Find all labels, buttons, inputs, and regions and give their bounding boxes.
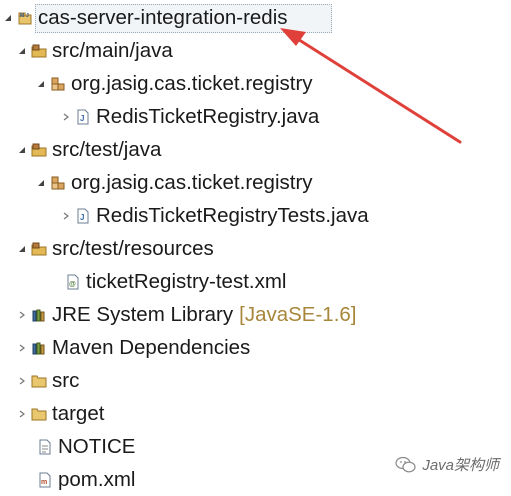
tree-item-label: org.jasig.cas.ticket.registry — [71, 72, 313, 95]
folder-icon — [31, 406, 47, 422]
tree-item-target-folder[interactable]: target — [16, 398, 104, 430]
expanded-twisty-icon[interactable] — [16, 45, 28, 57]
xml-file-icon: @ — [65, 274, 81, 290]
package-icon — [50, 76, 66, 92]
maven-project-icon: M J — [17, 10, 33, 26]
tree-item-jre-system-library[interactable]: JRE System Library [JavaSE-1.6] — [16, 299, 357, 331]
tree-item-src-test-resources[interactable]: src/test/resources — [16, 233, 214, 265]
collapsed-twisty-icon[interactable] — [60, 210, 72, 222]
expanded-twisty-icon[interactable] — [16, 243, 28, 255]
source-folder-icon — [31, 142, 47, 158]
tree-item-label: src/test/resources — [52, 237, 214, 260]
tree-item-project-root[interactable]: M J cas-server-integration-redis — [2, 2, 288, 34]
tree-item-label: cas-server-integration-redis — [38, 6, 288, 29]
tree-item-notice[interactable]: NOTICE — [22, 431, 135, 463]
tree-item-label: src — [52, 369, 80, 392]
svg-text:J: J — [26, 13, 29, 19]
svg-text:@: @ — [69, 281, 76, 288]
collapsed-twisty-icon[interactable] — [16, 342, 28, 354]
collapsed-twisty-icon[interactable] — [60, 111, 72, 123]
expanded-twisty-icon[interactable] — [35, 78, 47, 90]
library-icon — [31, 307, 47, 323]
tree-item-label: NOTICE — [58, 435, 136, 458]
expanded-twisty-icon[interactable] — [2, 12, 14, 24]
tree-item-src-folder[interactable]: src — [16, 365, 79, 397]
tree-item-label: RedisTicketRegistry.java — [96, 105, 320, 128]
tree-item-package-main[interactable]: org.jasig.cas.ticket.registry — [35, 68, 313, 100]
expanded-twisty-icon[interactable] — [16, 144, 28, 156]
tree-item-pom-xml[interactable]: m pom.xml — [22, 464, 135, 496]
tree-item-label: JRE System Library — [52, 303, 234, 326]
svg-text:J: J — [80, 213, 84, 222]
tree-item-src-main-java[interactable]: src/main/java — [16, 35, 173, 67]
watermark-text: Java架构师 — [422, 457, 499, 474]
tree-item-src-test-java[interactable]: src/test/java — [16, 134, 161, 166]
collapsed-twisty-icon[interactable] — [16, 309, 28, 321]
svg-text:m: m — [41, 479, 47, 486]
tree-item-package-test[interactable]: org.jasig.cas.ticket.registry — [35, 167, 313, 199]
tree-item-redis-ticket-registry-tests[interactable]: J RedisTicketRegistryTests.java — [60, 200, 369, 232]
tree-item-label: ticketRegistry-test.xml — [86, 270, 287, 293]
collapsed-twisty-icon[interactable] — [16, 408, 28, 420]
java-file-icon: J — [75, 109, 91, 125]
tree-item-label: target — [52, 402, 105, 425]
tree-item-label: src/main/java — [52, 39, 173, 62]
source-folder-icon — [31, 43, 47, 59]
wechat-icon — [395, 456, 417, 474]
source-folder-icon — [31, 241, 47, 257]
tree-item-label: Maven Dependencies — [52, 336, 251, 359]
folder-icon — [31, 373, 47, 389]
expanded-twisty-icon[interactable] — [35, 177, 47, 189]
collapsed-twisty-icon[interactable] — [16, 375, 28, 387]
pom-file-icon: m — [37, 472, 53, 488]
watermark: Java架构师 — [395, 454, 499, 475]
text-file-icon — [37, 439, 53, 455]
svg-text:M: M — [20, 13, 24, 19]
java-file-icon: J — [75, 208, 91, 224]
tree-item-maven-dependencies[interactable]: Maven Dependencies — [16, 332, 250, 364]
tree-item-label: RedisTicketRegistryTests.java — [96, 204, 369, 227]
svg-text:J: J — [80, 114, 84, 123]
project-explorer-tree: M J cas-server-integration-redis src/mai… — [0, 0, 511, 493]
tree-item-label: pom.xml — [58, 468, 136, 491]
tree-item-ticket-registry-test-xml[interactable]: @ ticketRegistry-test.xml — [50, 266, 286, 298]
tree-item-label: org.jasig.cas.ticket.registry — [71, 171, 313, 194]
package-icon — [50, 175, 66, 191]
library-icon — [31, 340, 47, 356]
tree-item-redis-ticket-registry[interactable]: J RedisTicketRegistry.java — [60, 101, 319, 133]
jre-version-decoration: [JavaSE-1.6] — [239, 303, 357, 326]
tree-item-label: src/test/java — [52, 138, 162, 161]
